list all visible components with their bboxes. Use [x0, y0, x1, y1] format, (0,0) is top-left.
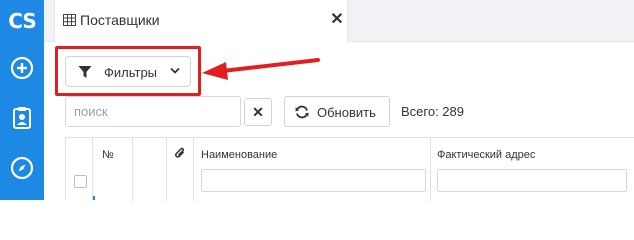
scroll-indicator	[93, 196, 95, 200]
tab-suppliers[interactable]: Поставщики ✕	[54, 0, 348, 42]
search-input[interactable]	[65, 96, 241, 127]
compass-icon	[10, 156, 34, 180]
total-count: Всего: 289	[401, 104, 465, 119]
table-icon	[63, 14, 76, 26]
add-button[interactable]	[0, 48, 44, 88]
address-column-label: Фактический адрес	[437, 149, 536, 161]
plus-circle-icon	[10, 56, 34, 80]
address-filter-input[interactable]	[437, 169, 627, 192]
app-sidebar: CS	[0, 0, 44, 200]
refresh-icon	[295, 105, 309, 119]
app-logo: CS	[8, 9, 36, 33]
tasks-button[interactable]	[0, 98, 44, 138]
paperclip-icon	[175, 147, 185, 158]
clipboard-user-icon	[13, 107, 31, 129]
suppliers-table: № Наименование Фактический адрес	[65, 137, 634, 201]
close-tab-button[interactable]: ✕	[329, 10, 345, 30]
refresh-label: Обновить	[317, 105, 376, 120]
number-column-header[interactable]: №	[93, 138, 133, 201]
select-column-header	[66, 138, 93, 201]
attachment-column-header[interactable]	[167, 138, 194, 201]
tab-title: Поставщики	[80, 12, 160, 28]
annotation-arrow-icon	[202, 58, 320, 80]
select-all-checkbox[interactable]	[74, 175, 87, 188]
tab-strip: Поставщики ✕	[44, 0, 634, 42]
blank-column-header	[133, 138, 167, 201]
number-column-label: №	[102, 149, 114, 161]
refresh-button[interactable]: Обновить	[284, 96, 390, 127]
clear-search-button[interactable]: ✕	[244, 98, 272, 126]
name-filter-input[interactable]	[201, 169, 426, 192]
navigate-button[interactable]	[0, 148, 44, 188]
annotation-highlight-box	[55, 46, 201, 96]
name-column-header[interactable]: Наименование	[194, 138, 431, 201]
name-column-label: Наименование	[201, 149, 278, 161]
address-column-header[interactable]: Фактический адрес	[431, 138, 634, 201]
